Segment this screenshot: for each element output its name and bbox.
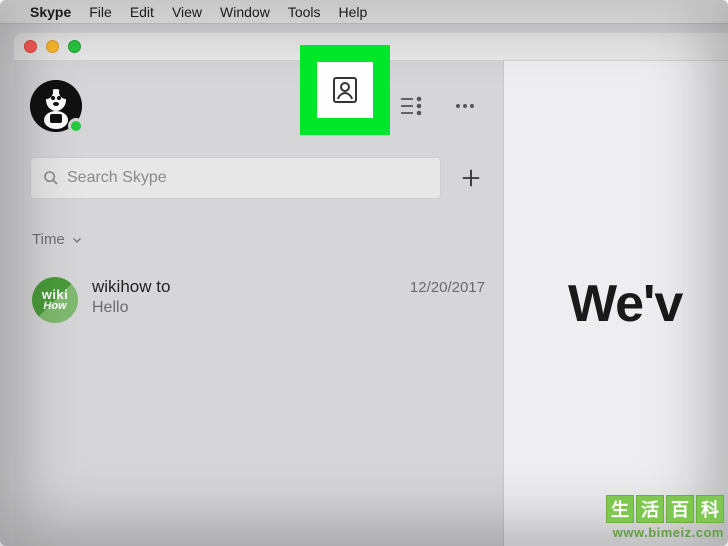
main-panel: We'v [504,61,728,546]
conversation-name: wikihow to [92,277,170,297]
more-horizontal-icon [453,94,477,118]
app-name[interactable]: Skype [30,4,71,20]
conversation-date: 12/20/2017 [410,279,485,296]
conversation-list: wiki How wikihow to 12/20/2017 Hello [14,259,503,341]
chevron-down-icon [71,234,83,246]
more-button[interactable] [451,92,479,120]
menu-help[interactable]: Help [339,4,368,20]
sidebar-topbar [14,61,503,151]
contacts-icon [329,74,361,106]
search-row [14,151,503,211]
watermark-url: www.bimeiz.com [606,525,724,540]
conversation-header: wikihow to 12/20/2017 [92,277,485,297]
watermark: 生 活 百 科 www.bimeiz.com [606,495,724,540]
conversation-item[interactable]: wiki How wikihow to 12/20/2017 Hello [28,267,489,333]
window-maximize-button[interactable] [68,40,81,53]
calls-button[interactable] [397,92,425,120]
presence-online-icon [68,118,84,134]
watermark-char: 活 [636,495,664,523]
sort-filter-label: Time [32,231,65,248]
new-chat-button[interactable] [455,162,487,194]
watermark-char: 科 [696,495,724,523]
profile-avatar-wrap[interactable] [30,80,82,132]
contacts-button[interactable] [317,62,373,118]
sort-filter[interactable]: Time [32,231,83,248]
conversation-avatar: wiki How [32,277,78,323]
avatar-text-bottom: How [43,301,66,312]
menu-edit[interactable]: Edit [130,4,154,20]
welcome-heading: We'v [568,274,682,334]
menu-file[interactable]: File [89,4,112,20]
watermark-chars: 生 活 百 科 [606,495,724,523]
filter-row: Time [14,211,503,259]
plus-icon [460,167,482,189]
menu-window[interactable]: Window [220,4,270,20]
watermark-char: 百 [666,495,694,523]
search-input[interactable] [67,169,428,187]
search-icon [43,170,59,186]
search-box[interactable] [30,157,441,199]
sidebar: Time wiki How wikihow to 12/20/201 [14,61,504,546]
tutorial-highlight [300,45,390,135]
conversation-preview: Hello [92,299,485,317]
dialpad-icon [398,95,424,117]
window-close-button[interactable] [24,40,37,53]
watermark-char: 生 [606,495,634,523]
menu-view[interactable]: View [172,4,202,20]
menu-tools[interactable]: Tools [288,4,321,20]
macos-menubar: Skype File Edit View Window Tools Help [0,0,728,24]
window-minimize-button[interactable] [46,40,59,53]
conversation-body: wikihow to 12/20/2017 Hello [92,277,485,317]
